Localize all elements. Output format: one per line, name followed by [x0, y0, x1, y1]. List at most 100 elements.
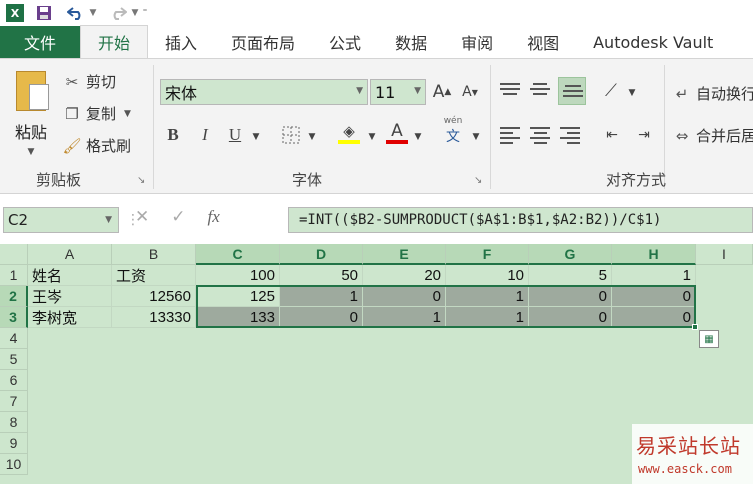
row-header-6[interactable]: 6: [0, 370, 28, 391]
align-center-icon[interactable]: [530, 125, 552, 145]
cell-b3[interactable]: 13330: [112, 307, 196, 328]
name-box[interactable]: C2 ▼: [3, 207, 119, 233]
fill-color-button[interactable]: ◈: [336, 121, 362, 145]
cell-g2[interactable]: 0: [529, 286, 612, 307]
cell-a2[interactable]: 王岑: [28, 286, 112, 307]
cell-b1[interactable]: 工资: [112, 265, 196, 286]
cell-a1[interactable]: 姓名: [28, 265, 112, 286]
copy-dropdown-icon[interactable]: ▼: [124, 109, 131, 119]
paste-button[interactable]: 粘贴 ▼: [8, 69, 54, 165]
row-header-9[interactable]: 9: [0, 433, 28, 454]
quick-analysis-icon[interactable]: ▦: [699, 330, 719, 348]
grow-font-button[interactable]: A ▲: [432, 80, 452, 104]
redo-icon[interactable]: [106, 2, 130, 24]
row-header-4[interactable]: 4: [0, 328, 28, 349]
cell-d1[interactable]: 50: [280, 265, 363, 286]
bold-button[interactable]: B: [164, 123, 182, 147]
select-all-corner[interactable]: [0, 244, 28, 265]
tab-insert[interactable]: 插入: [148, 26, 214, 58]
fill-handle[interactable]: [692, 324, 698, 330]
column-header-f[interactable]: F: [446, 244, 529, 265]
borders-dropdown-icon[interactable]: ▼: [306, 125, 318, 149]
cell-b2[interactable]: 12560: [112, 286, 196, 307]
clipboard-launcher-icon[interactable]: ↘: [137, 175, 145, 186]
copy-button[interactable]: ❐ 复制 ▼: [62, 103, 131, 124]
tab-data[interactable]: 数据: [378, 26, 444, 58]
cell-h2[interactable]: 0: [612, 286, 696, 307]
cell-f2[interactable]: 1: [446, 286, 529, 307]
column-header-b[interactable]: B: [112, 244, 196, 265]
font-name-select[interactable]: 宋体 ▼: [160, 79, 368, 105]
cut-button[interactable]: ✂ 剪切: [62, 71, 116, 92]
cell-f3[interactable]: 1: [446, 307, 529, 328]
align-right-icon[interactable]: [560, 125, 582, 145]
fill-color-dropdown-icon[interactable]: ▼: [366, 125, 378, 149]
column-header-c[interactable]: C: [196, 244, 280, 265]
cell-d2[interactable]: 1: [280, 286, 363, 307]
tab-autodesk-vault[interactable]: Autodesk Vault: [576, 26, 730, 58]
merge-center-button[interactable]: ⇔ 合并后居中: [672, 125, 753, 146]
phonetic-guide-button[interactable]: wén 文: [440, 116, 466, 145]
column-header-g[interactable]: G: [529, 244, 612, 265]
cell-c1[interactable]: 100: [196, 265, 280, 286]
font-size-select[interactable]: 11 ▼: [370, 79, 426, 105]
decrease-indent-icon[interactable]: ⇤: [600, 123, 624, 147]
save-icon[interactable]: [32, 2, 56, 24]
tab-page-layout[interactable]: 页面布局: [214, 26, 312, 58]
cell-c2[interactable]: 125: [196, 286, 280, 307]
column-header-a[interactable]: A: [28, 244, 112, 265]
font-launcher-icon[interactable]: ↘: [474, 175, 482, 186]
cell-g3[interactable]: 0: [529, 307, 612, 328]
insert-function-button[interactable]: fx: [208, 207, 220, 227]
cell-d3[interactable]: 0: [280, 307, 363, 328]
row-header-5[interactable]: 5: [0, 349, 28, 370]
undo-icon[interactable]: [64, 2, 88, 24]
phonetic-dropdown-icon[interactable]: ▼: [470, 125, 482, 149]
font-color-button[interactable]: A: [384, 121, 410, 145]
row-header-8[interactable]: 8: [0, 412, 28, 433]
undo-dropdown-icon[interactable]: ▼: [88, 2, 98, 24]
row-header-3[interactable]: 3: [0, 307, 28, 328]
tab-view[interactable]: 视图: [510, 26, 576, 58]
cell-h3[interactable]: 0: [612, 307, 696, 328]
row-header-2[interactable]: 2: [0, 286, 28, 307]
cell-e2[interactable]: 0: [363, 286, 446, 307]
format-painter-button[interactable]: 🖌 格式刷: [62, 135, 131, 156]
column-header-i[interactable]: I: [696, 244, 753, 265]
redo-dropdown-icon[interactable]: ▼: [130, 2, 140, 24]
cell-f1[interactable]: 10: [446, 265, 529, 286]
align-top-icon[interactable]: [500, 79, 522, 99]
shrink-font-button[interactable]: A ▼: [460, 80, 480, 104]
cell-e1[interactable]: 20: [363, 265, 446, 286]
cell-g1[interactable]: 5: [529, 265, 612, 286]
tab-home[interactable]: 开始: [80, 25, 149, 58]
underline-dropdown-icon[interactable]: ▼: [250, 125, 262, 149]
underline-button[interactable]: U: [226, 123, 244, 147]
cancel-icon[interactable]: ✕: [135, 207, 149, 227]
orientation-dropdown-icon[interactable]: ▼: [626, 81, 638, 105]
cell-h1[interactable]: 1: [612, 265, 696, 286]
borders-button[interactable]: [280, 123, 302, 147]
font-color-dropdown-icon[interactable]: ▼: [412, 125, 424, 149]
formula-input[interactable]: =INT(($B2-SUMPRODUCT($A$1:B$1,$A2:B2))/C…: [288, 207, 753, 233]
align-bottom-icon[interactable]: [558, 77, 586, 105]
row-header-1[interactable]: 1: [0, 265, 28, 286]
increase-indent-icon[interactable]: ⇥: [632, 123, 656, 147]
tab-file[interactable]: 文件: [0, 26, 80, 58]
row-header-7[interactable]: 7: [0, 391, 28, 412]
italic-button[interactable]: I: [196, 123, 214, 147]
cell-c3[interactable]: 133: [196, 307, 280, 328]
column-header-e[interactable]: E: [363, 244, 446, 265]
cell-e3[interactable]: 1: [363, 307, 446, 328]
column-header-d[interactable]: D: [280, 244, 363, 265]
align-middle-icon[interactable]: [530, 79, 552, 99]
enter-icon[interactable]: ✓: [171, 207, 185, 227]
cell-a3[interactable]: 李树宽: [28, 307, 112, 328]
paste-dropdown-icon[interactable]: ▼: [28, 147, 35, 157]
column-header-h[interactable]: H: [612, 244, 696, 265]
wrap-text-button[interactable]: ↵ 自动换行: [672, 83, 753, 104]
tab-review[interactable]: 审阅: [444, 26, 510, 58]
row-header-10[interactable]: 10: [0, 454, 28, 475]
orientation-icon[interactable]: ⟋: [600, 79, 622, 103]
align-left-icon[interactable]: [500, 125, 522, 145]
